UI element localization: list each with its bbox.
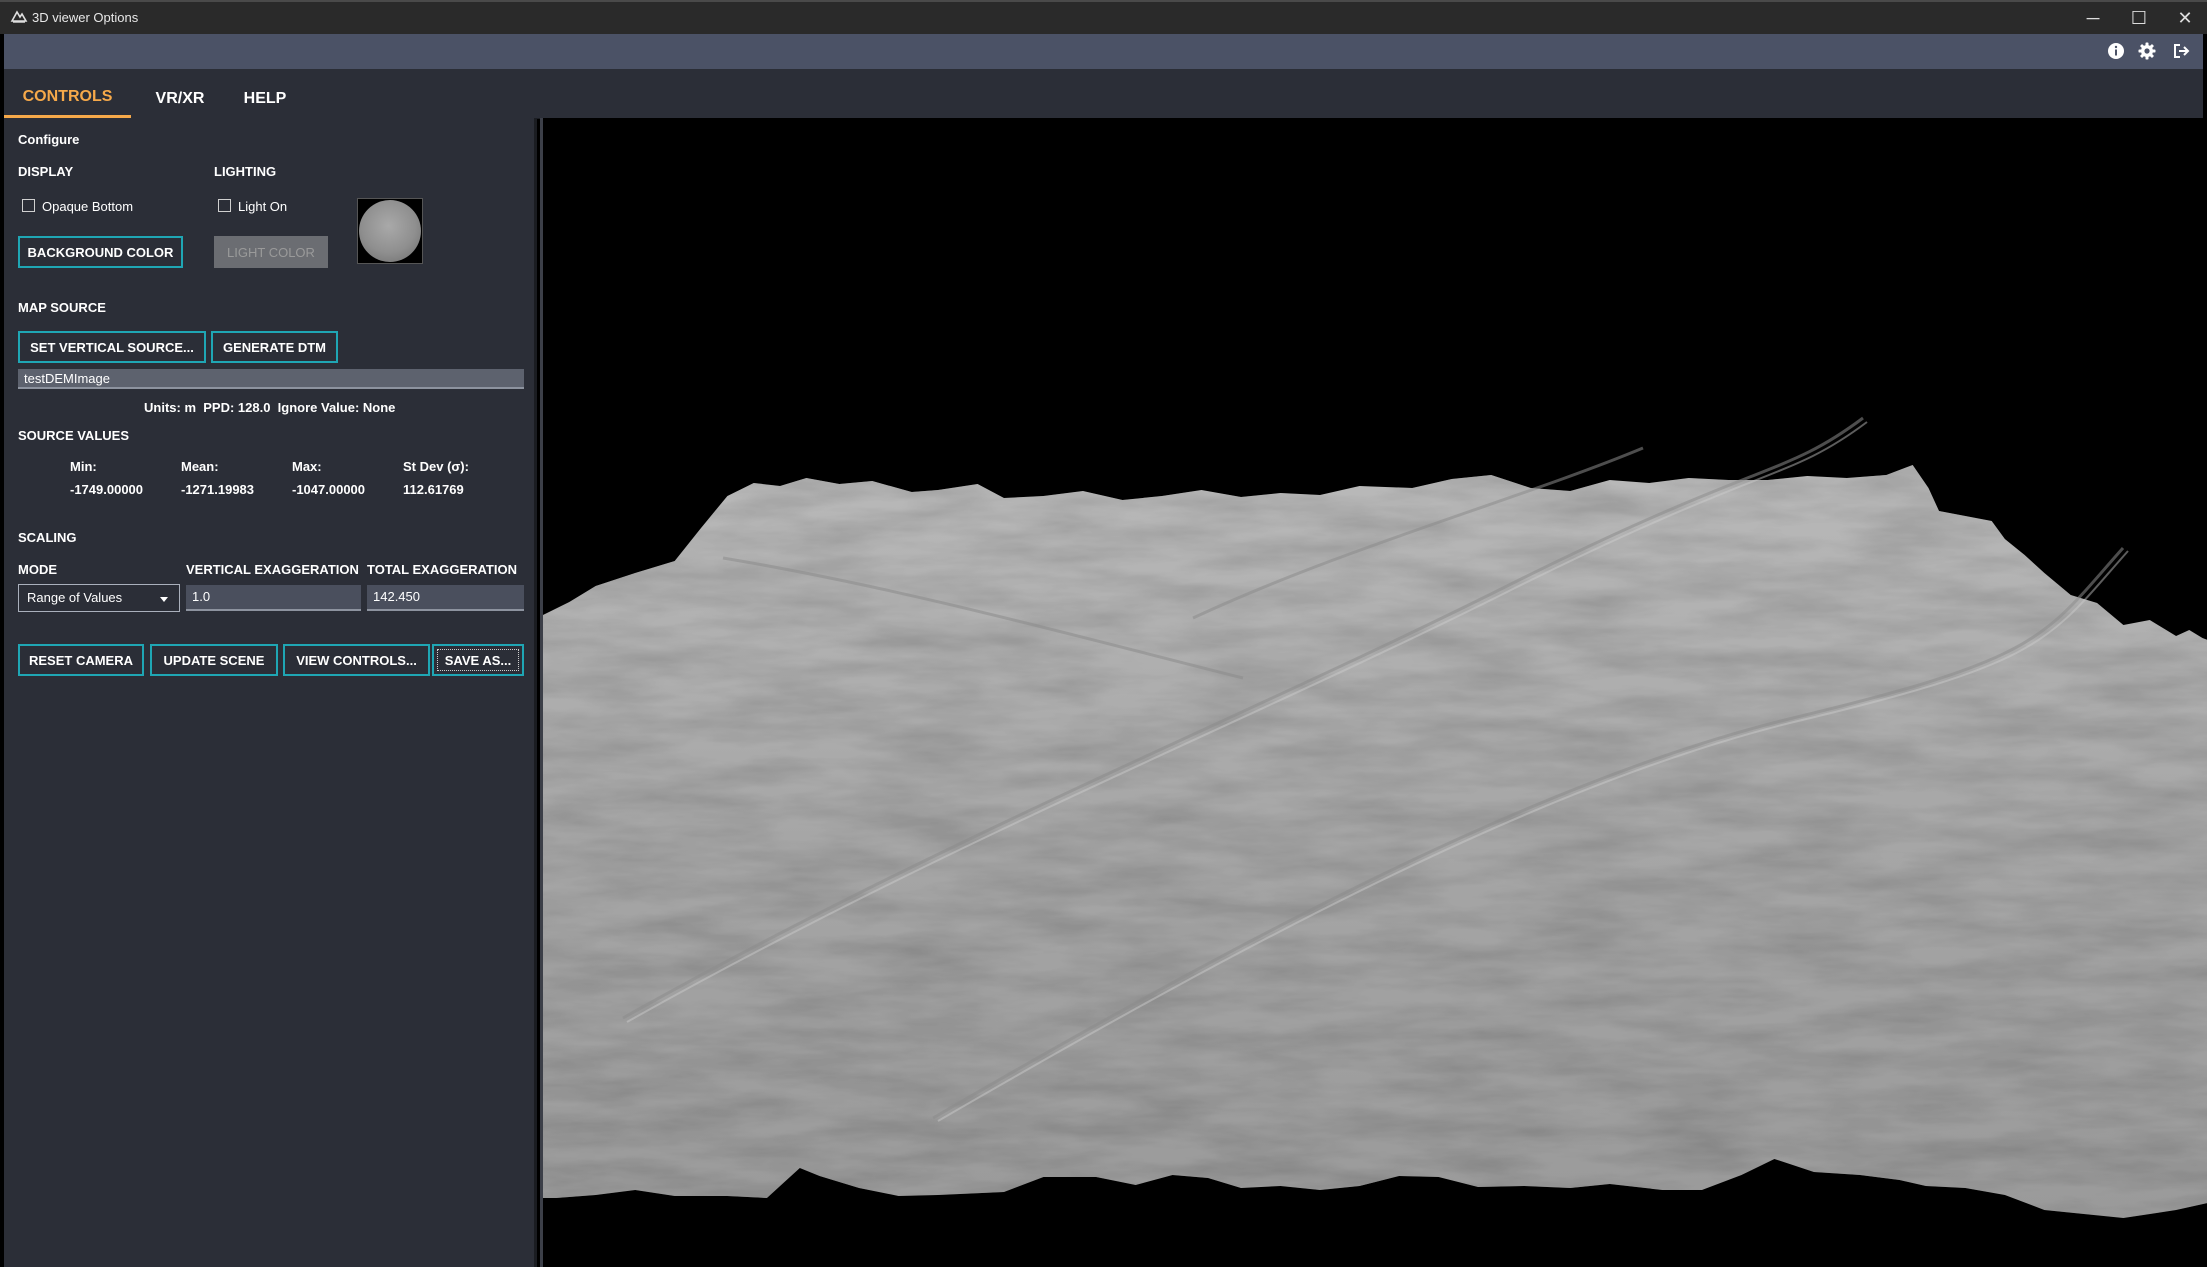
maximize-button[interactable]: ☐ [2116,2,2162,34]
max-value: -1047.00000 [292,482,366,497]
light-sphere-shape [359,200,421,262]
mode-label: MODE [18,562,57,577]
configure-title: Configure [18,132,80,147]
set-vertical-source-button[interactable]: SET VERTICAL SOURCE... [18,331,206,363]
lighting-heading: LIGHTING [214,164,277,179]
chevron-down-icon [160,597,168,602]
total-exaggeration-input[interactable]: 142.450 [367,585,524,611]
close-icon: ✕ [2177,7,2193,28]
terrain-surface[interactable] [543,465,2207,1218]
tab-controls[interactable]: CONTROLS [4,69,131,118]
source-info-line: Units: m PPD: 128.0 Ignore Value: None [144,400,396,415]
info-icon[interactable] [2107,42,2125,60]
source-name-field[interactable]: testDEMImage [18,369,524,389]
light-preview-sphere[interactable] [357,198,423,264]
scaling-mode-value: Range of Values [27,590,123,605]
mean-value: -1271.19983 [181,482,255,497]
view-controls-button[interactable]: VIEW CONTROLS... [283,644,430,676]
save-as-button[interactable]: SAVE AS... [432,644,524,676]
vertical-exaggeration-input[interactable]: 1.0 [186,585,361,611]
title-bar: 3D viewer Options ─ ☐ ✕ [0,0,2207,34]
vertical-exaggeration-label: VERTICAL EXAGGERATION [186,562,359,577]
top-toolbar [4,34,2203,69]
mean-label: Mean: [181,459,219,474]
map-source-heading: MAP SOURCE [18,300,106,315]
controls-panel: Configure DISPLAY Opaque Bottom BACKGROU… [4,118,537,1267]
tab-vr-xr[interactable]: VR/XR [139,69,221,118]
maximize-icon: ☐ [2130,7,2148,28]
background-color-button[interactable]: BACKGROUND COLOR [18,236,183,268]
stdev-label: St Dev (σ): [403,459,469,474]
light-on-label: Light On [238,199,288,214]
min-label: Min: [70,459,97,474]
source-values-heading: SOURCE VALUES [18,428,129,443]
min-value: -1749.00000 [70,482,144,497]
light-color-button[interactable]: LIGHT COLOR [214,236,328,268]
max-label: Max: [292,459,322,474]
app-logo-icon [10,10,28,23]
close-window-button[interactable]: ✕ [2162,2,2207,34]
minimize-button[interactable]: ─ [2070,2,2116,34]
terrain-render[interactable] [543,118,2207,1267]
opaque-bottom-label: Opaque Bottom [42,199,134,214]
gear-icon[interactable] [2138,42,2156,60]
stdev-value: 112.61769 [403,482,464,497]
light-on-checkbox[interactable] [218,199,231,212]
reset-camera-button[interactable]: RESET CAMERA [18,644,144,676]
tab-help[interactable]: HELP [230,69,300,118]
3d-viewport[interactable] [540,118,2207,1267]
tab-bar: CONTROLS VR/XR HELP [4,69,2203,119]
scaling-heading: SCALING [18,530,77,545]
opaque-bottom-checkbox[interactable] [22,199,35,212]
total-exaggeration-label: TOTAL EXAGGERATION [367,562,517,577]
minimize-icon: ─ [2086,7,2100,28]
scaling-mode-dropdown[interactable]: Range of Values [18,584,180,612]
window-title: 3D viewer Options [32,10,139,25]
generate-dtm-button[interactable]: GENERATE DTM [211,331,338,363]
exit-icon[interactable] [2172,42,2190,60]
display-heading: DISPLAY [18,164,74,179]
update-scene-button[interactable]: UPDATE SCENE [150,644,278,676]
